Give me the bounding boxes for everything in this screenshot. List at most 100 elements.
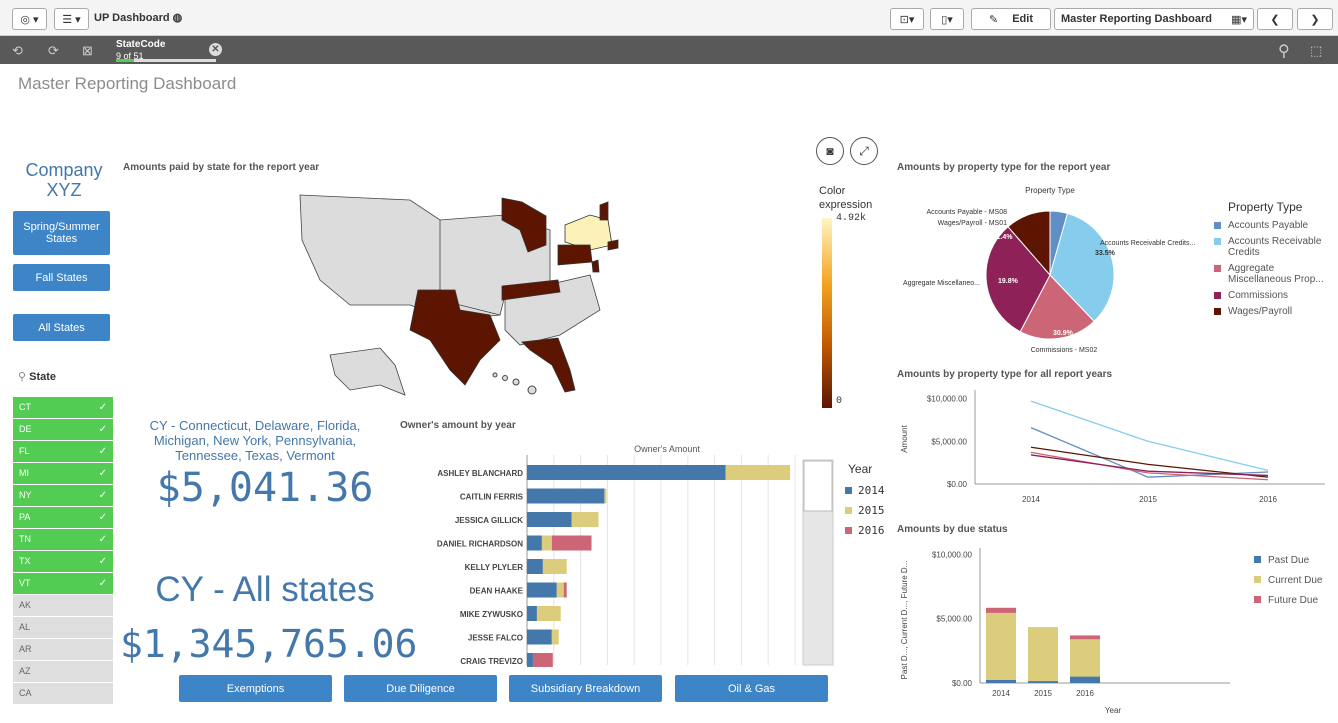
year-legend-item[interactable]: 2015 (845, 500, 885, 520)
legend-swatch (1214, 308, 1221, 315)
owners-chart-title: Owner's Amount (634, 444, 700, 454)
y-tick-label: $5,000.00 (931, 437, 967, 446)
state-item-tn[interactable]: TN ✓ (13, 529, 113, 551)
list-icon: ☰ ▾ (62, 13, 81, 26)
state-item-az[interactable]: AZ (13, 661, 113, 683)
state-item-ny[interactable]: NY ✓ (13, 485, 113, 507)
pie-slice-label: Wages/Payroll - MS01 (938, 220, 1007, 227)
x-tick-label: 2014 (1022, 495, 1040, 504)
state-item-fl[interactable]: FL ✓ (13, 441, 113, 463)
pie-legend-item[interactable]: Accounts Receivable Credits (1214, 236, 1334, 258)
state-code: CA (19, 688, 32, 698)
company-name: Company XYZ (25, 160, 103, 200)
series-line (1030, 451, 1269, 481)
state-item-de[interactable]: DE ✓ (13, 419, 113, 441)
map-state-ct[interactable] (607, 239, 619, 251)
pie-slice-label: Aggregate Miscellaneo... (903, 280, 980, 287)
step-back-icon[interactable]: ⟲ (12, 43, 23, 59)
legend-swatch (1214, 222, 1221, 229)
all-states-button[interactable]: All States (13, 314, 110, 341)
fullscreen-button[interactable]: ⤢ (850, 137, 878, 165)
check-icon: ✓ (98, 512, 107, 523)
navigation-button[interactable]: ◎ ▾ (12, 8, 47, 30)
due-title: Amounts by due status (897, 524, 1008, 535)
pie-slice-label: Accounts Receivable Credits... (1100, 240, 1195, 247)
owner-name-label: CRAIG TREVIZO (460, 657, 523, 666)
color-scale-bar (822, 218, 832, 408)
state-code: VT (19, 578, 31, 588)
bookmark-button[interactable]: ▯▾ (930, 8, 964, 30)
map-state-pa[interactable] (557, 244, 593, 266)
subsidiary-breakdown-button[interactable]: Subsidiary Breakdown (509, 675, 662, 702)
pencil-icon: ✎ (989, 13, 999, 26)
map-state-vt[interactable] (599, 201, 609, 221)
selection-chip-statecode[interactable]: StateCode 9 of 51 ✕ (110, 36, 226, 64)
step-forward-icon[interactable]: ⟳ (48, 43, 59, 59)
sheet-selector[interactable]: Master Reporting Dashboard ▦▾ (1054, 8, 1254, 30)
state-code: DE (19, 424, 32, 434)
state-filter-header[interactable]: ⚲ State (18, 370, 56, 383)
state-code: NY (19, 490, 32, 500)
state-item-ca[interactable]: CA (13, 683, 113, 705)
due-bar-future-due (986, 607, 1016, 613)
compass-icon: ◎ ▾ (20, 13, 39, 26)
pie-legend-item[interactable]: Commissions (1214, 290, 1334, 301)
owner-name-label: DANIEL RICHARDSON (437, 540, 523, 549)
clear-all-icon[interactable]: ⊠ (82, 43, 93, 59)
state-item-tx[interactable]: TX ✓ (13, 551, 113, 573)
fall-states-button[interactable]: Fall States (13, 264, 110, 291)
owner-name-label: JESSE FALCO (468, 634, 523, 643)
map-state-ak[interactable] (329, 347, 406, 396)
owner-name-label: MIKE ZYWUSKO (460, 610, 523, 619)
map-state-de[interactable] (591, 259, 600, 273)
owner-name-label: ASHLEY BLANCHARD (437, 469, 523, 478)
search-icon[interactable]: ⚲ (1278, 41, 1290, 61)
state-item-ar[interactable]: AR (13, 639, 113, 661)
state-item-pa[interactable]: PA ✓ (13, 507, 113, 529)
legend-swatch (845, 506, 852, 514)
due-bar-past-due (1070, 676, 1100, 683)
state-item-mi[interactable]: MI ✓ (13, 463, 113, 485)
x-axis-label: Year (1105, 706, 1122, 715)
map-state-fl[interactable] (521, 337, 576, 393)
oil-gas-button[interactable]: Oil & Gas (675, 675, 828, 702)
previous-sheet-button[interactable]: ❮ (1257, 8, 1293, 30)
legend-swatch (845, 486, 852, 494)
year-legend-item[interactable]: 2016 (845, 520, 885, 540)
clear-selection-icon[interactable]: ✕ (209, 43, 222, 56)
state-item-ak[interactable]: AK (13, 595, 113, 617)
exemptions-button[interactable]: Exemptions (179, 675, 332, 702)
pie-legend-title: Property Type (1228, 200, 1303, 214)
pie-legend-item[interactable]: Aggregate Miscellaneous Prop... (1214, 263, 1334, 285)
pie-legend-item[interactable]: Wages/Payroll (1214, 306, 1334, 317)
state-item-ct[interactable]: CT ✓ (13, 397, 113, 419)
check-icon: ✓ (98, 446, 107, 457)
legend-swatch (1214, 292, 1221, 299)
check-icon: ✓ (98, 578, 107, 589)
owner-bar-2014 (527, 465, 726, 480)
due-diligence-button[interactable]: Due Diligence (344, 675, 497, 702)
due-bar-current-due (986, 612, 1016, 680)
toolbar: ◎ ▾ ☰ ▾ UP Dashboard ◍ ⊡▾ ▯▾ ✎ Edit Mast… (0, 0, 1338, 36)
next-sheet-button[interactable]: ❯ (1297, 8, 1333, 30)
owner-bar-2015 (541, 535, 552, 551)
snapshot-button[interactable]: ◙ (816, 137, 844, 165)
color-scale-max: 4.92k (836, 213, 867, 224)
state-item-al[interactable]: AL (13, 617, 113, 639)
state-item-vt[interactable]: VT ✓ (13, 573, 113, 595)
pie-legend-item[interactable]: Accounts Payable (1214, 220, 1334, 231)
state-code: AL (19, 622, 31, 632)
due-bar-past-due (1028, 681, 1058, 683)
pie-chart: 11.4% 33.5% 19.8% 30.9% Accounts Payable - M… (903, 209, 1195, 354)
present-button[interactable]: ⊡▾ (890, 8, 924, 30)
line-chart: $10,000.00 $5,000.00 $0.00 Amount 2014 2015 20… (900, 390, 1325, 504)
legend-label: Future Due (1268, 595, 1318, 606)
state-code: TX (19, 556, 31, 566)
edit-button[interactable]: ✎ Edit (971, 8, 1051, 30)
menu-button[interactable]: ☰ ▾ (54, 8, 89, 30)
selections-tool-icon[interactable]: ⬚ (1310, 43, 1322, 59)
owner-bar-2014 (527, 559, 543, 574)
owner-bar-2014 (527, 653, 533, 667)
spring-summer-states-button[interactable]: Spring/Summer States (13, 211, 110, 255)
year-legend-item[interactable]: 2014 (845, 480, 885, 500)
